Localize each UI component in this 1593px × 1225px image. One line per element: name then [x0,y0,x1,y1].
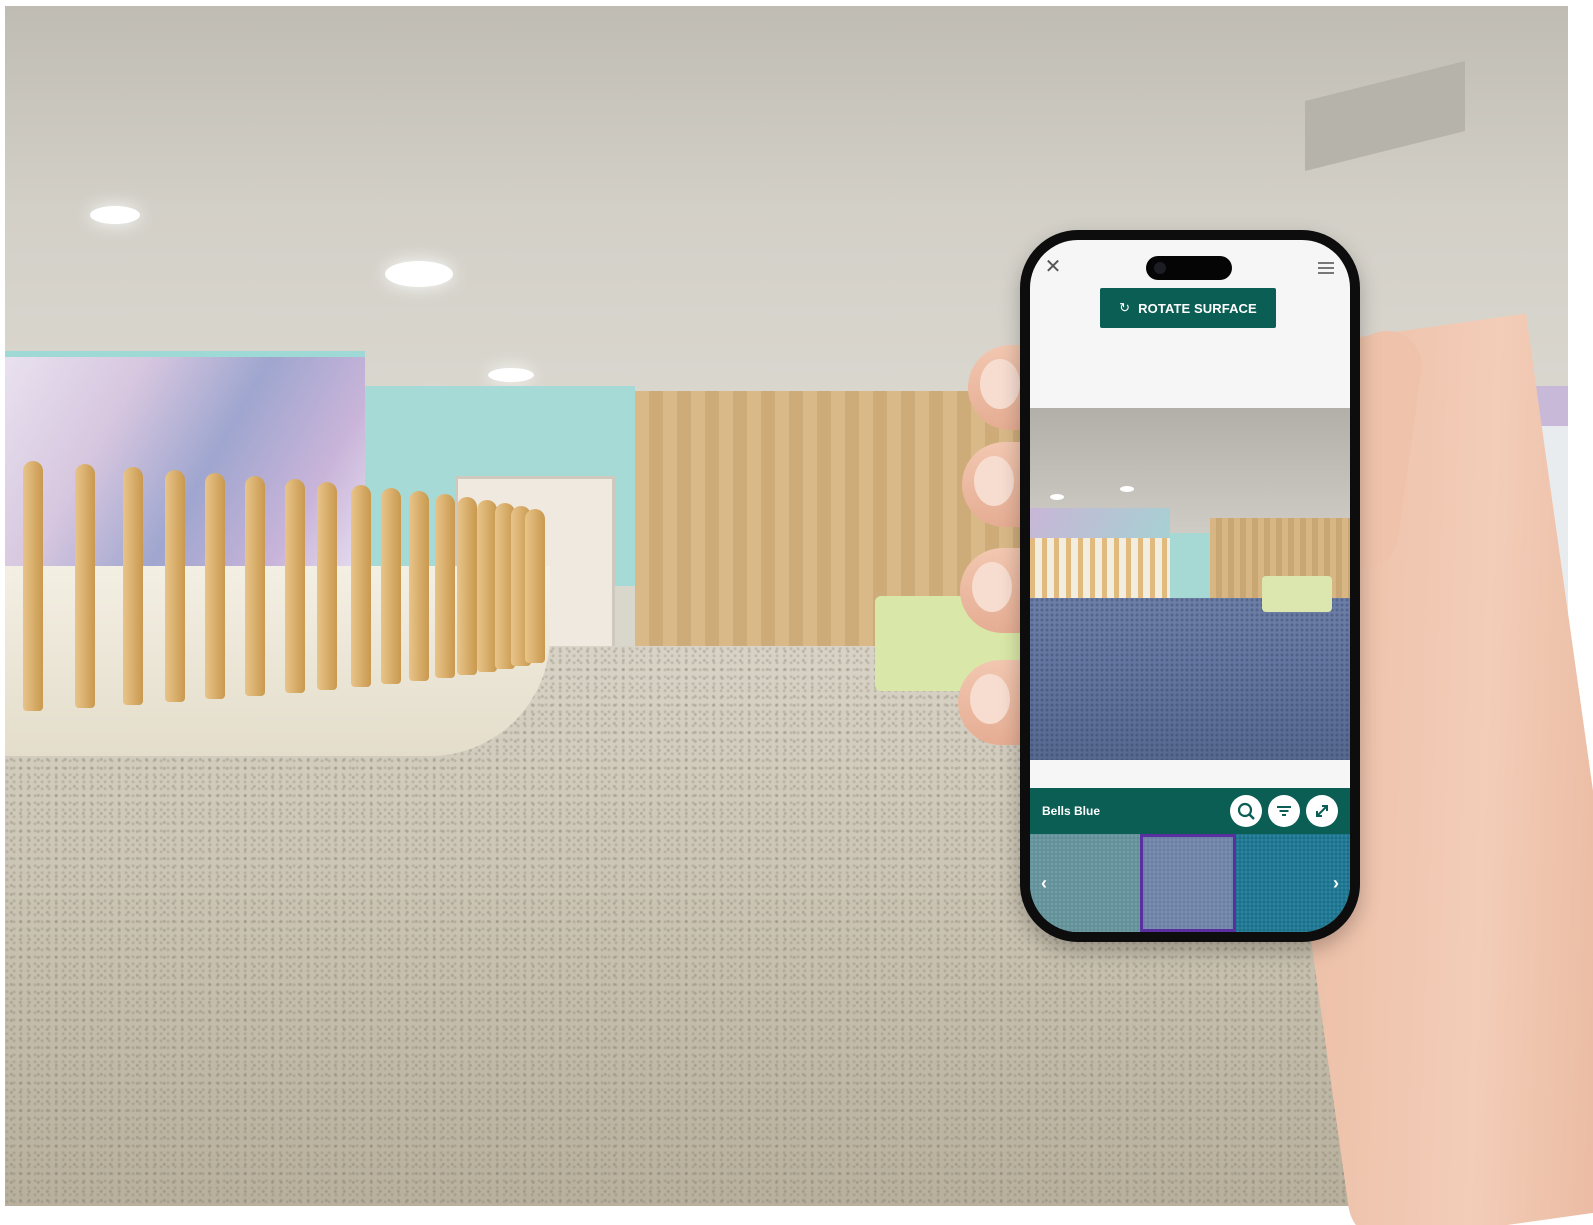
menu-button[interactable] [1314,258,1338,278]
swatch-toolbar: Bells Blue [1030,788,1350,834]
fence-slat [351,485,371,687]
rotate-surface-button[interactable]: ↻ ROTATE SURFACE [1100,288,1276,328]
ceiling-light [488,368,534,382]
phone-screen: ✕ ↻ ROTATE SURFACE Bells Blue ‹ › [1030,240,1350,932]
fence-slat [165,470,185,702]
fence-slat [245,476,265,696]
filter-icon [1277,806,1291,816]
rotate-surface-label: ROTATE SURFACE [1138,300,1257,316]
chevron-left-icon: ‹ [1041,873,1047,893]
wall-mural [5,351,365,571]
fence-slat [23,461,43,711]
search-button[interactable] [1230,795,1262,827]
expand-button[interactable] [1306,795,1338,827]
rotate-icon: ↻ [1119,300,1131,315]
fence-slat [525,509,545,663]
ceiling-light [90,206,140,224]
ceiling-light [385,261,453,287]
swatch-carousel [1030,834,1350,932]
fence-slat [457,497,477,675]
fence-slat [477,500,497,672]
fence-slat [123,467,143,705]
swatch-tile[interactable] [1140,834,1236,932]
expand-icon [1316,805,1328,817]
close-icon: ✕ [1044,256,1062,278]
fence-slat [409,491,429,681]
fence-slat [75,464,95,708]
fence-slat [205,473,225,699]
selected-swatch-name: Bells Blue [1042,804,1101,818]
room-preview-image[interactable] [1030,408,1350,760]
fence-slat [435,494,455,678]
chevron-right-icon: › [1333,873,1339,893]
fence-slat [381,488,401,684]
search-icon [1237,802,1255,820]
hamburger-menu-icon [1318,262,1334,264]
fence-slat [285,479,305,693]
close-button[interactable]: ✕ [1040,254,1066,280]
fence-slat [317,482,337,690]
carousel-prev-button[interactable]: ‹ [1034,872,1054,894]
blue-floor-surface [1030,598,1350,760]
dynamic-island [1146,256,1232,280]
filter-button[interactable] [1268,795,1300,827]
carousel-next-button[interactable]: › [1326,872,1346,894]
phone-device: ✕ ↻ ROTATE SURFACE Bells Blue ‹ › [1020,230,1360,942]
